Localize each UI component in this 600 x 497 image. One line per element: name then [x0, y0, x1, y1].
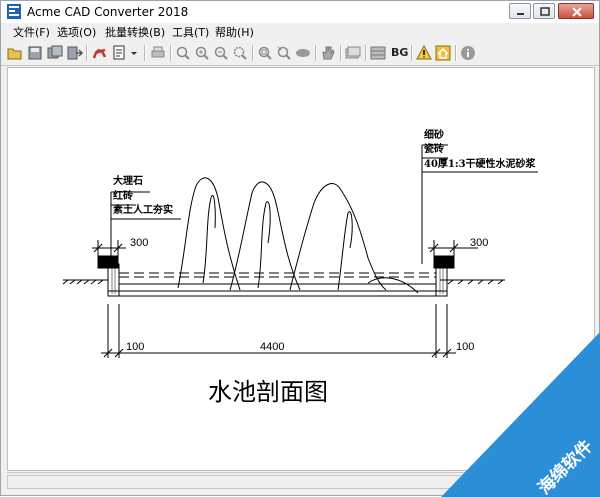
- app-logo-icon: [7, 4, 21, 19]
- eye-icon: [296, 49, 310, 57]
- open-button[interactable]: [6, 44, 24, 62]
- zoom-icon: [176, 46, 190, 60]
- drawing-title: 水池剖面图: [208, 378, 328, 406]
- convert-pdf-button[interactable]: [91, 44, 109, 62]
- save-all-icon: [47, 45, 63, 59]
- batch-document-icon: [113, 45, 125, 60]
- ground-hatch-right: [447, 279, 504, 285]
- toolbar-separator: [340, 45, 342, 61]
- zoom-out-icon: [214, 46, 228, 60]
- title-bar: Acme CAD Converter 2018: [1, 1, 599, 23]
- background-color-button[interactable]: BG: [391, 46, 408, 60]
- menu-help[interactable]: 帮助(H): [215, 25, 254, 40]
- wall-cap-left: [97, 255, 119, 269]
- zoom-extents-icon: [258, 46, 272, 60]
- menu-batch-convert[interactable]: 批量转换(B): [105, 25, 165, 40]
- dim-top-right: 300: [470, 237, 489, 249]
- label-cement-mortar: 40厚1:3干硬性水泥砂浆: [424, 159, 536, 170]
- toolbar: BG: [1, 42, 599, 66]
- layout-button[interactable]: [369, 44, 387, 62]
- toolbar-separator: [455, 45, 457, 61]
- chevron-down-icon: [131, 52, 137, 55]
- ground-hatch-left: [62, 279, 104, 285]
- window-title: Acme CAD Converter 2018: [27, 5, 189, 19]
- pool-bottom: [108, 283, 447, 297]
- print-button[interactable]: [149, 44, 167, 62]
- label-compacted-soil: 素土人工夯实: [113, 205, 173, 216]
- rock-2-detail: [257, 201, 271, 289]
- hand-pan-icon: [322, 46, 335, 60]
- label-red-brick: 红砖: [113, 191, 133, 202]
- home-button[interactable]: [434, 44, 452, 62]
- rock-1-detail: [202, 195, 216, 284]
- zoom-realtime-button[interactable]: [275, 44, 293, 62]
- app-window: Acme CAD Converter 2018 文件(F) 选项(O) 批量转换…: [0, 0, 600, 497]
- rock-3: [289, 183, 387, 291]
- toolbar-separator: [144, 45, 146, 61]
- menu-file[interactable]: 文件(F): [13, 25, 50, 40]
- label-marble: 大理石: [113, 176, 143, 187]
- zoom-extents-button[interactable]: [256, 44, 274, 62]
- zoom-in-icon: [195, 46, 209, 60]
- wall-cap-right: [433, 255, 455, 269]
- export-icon: [67, 46, 84, 60]
- minimize-button[interactable]: [509, 3, 531, 19]
- menu-tools[interactable]: 工具(T): [172, 25, 209, 40]
- minimize-icon: [517, 13, 524, 15]
- save-all-button[interactable]: [46, 44, 64, 62]
- save-icon: [28, 46, 42, 60]
- zoom-window-button[interactable]: [231, 44, 249, 62]
- menu-options[interactable]: 选项(O): [57, 25, 96, 40]
- layers-button[interactable]: [344, 44, 362, 62]
- dim-top-left-line: [92, 240, 126, 256]
- layout-icon: [370, 46, 386, 60]
- layers-icon: [345, 46, 361, 59]
- dim-bottom-mid: 4400: [260, 341, 285, 353]
- zoom-out-button[interactable]: [212, 44, 230, 62]
- batch-button[interactable]: [111, 44, 129, 62]
- label-tile: 瓷砖: [424, 144, 444, 155]
- warning-button[interactable]: [415, 44, 433, 62]
- toolbar-separator: [365, 45, 367, 61]
- toolbar-separator: [170, 45, 172, 61]
- zoom-in-button[interactable]: [193, 44, 211, 62]
- toolbar-separator: [86, 45, 88, 61]
- menu-bar: 文件(F) 选项(O) 批量转换(B) 工具(T) 帮助(H): [1, 23, 599, 42]
- maximize-icon: [540, 7, 550, 16]
- folder-open-icon: [7, 48, 22, 60]
- printer-icon: [151, 46, 165, 58]
- rock-3-detail: [337, 211, 353, 291]
- toolbar-separator: [252, 45, 254, 61]
- pan-button[interactable]: [319, 44, 337, 62]
- warning-icon: [416, 44, 432, 60]
- zoom-window-icon: [233, 46, 247, 60]
- batch-dropdown-button[interactable]: [129, 44, 139, 62]
- toolbar-separator: [411, 45, 413, 61]
- zoom-realtime-icon: [277, 46, 291, 60]
- wall-hatch: [111, 268, 444, 294]
- dim-top-left: 300: [130, 237, 149, 249]
- home-icon: [435, 45, 451, 61]
- view-button[interactable]: [294, 44, 312, 62]
- close-button[interactable]: [558, 3, 594, 19]
- about-button[interactable]: [459, 44, 477, 62]
- save-button[interactable]: [26, 44, 44, 62]
- label-fine-sand: 细砂: [424, 130, 444, 141]
- watermark: 海绵软件: [441, 331, 600, 497]
- pdf-icon: [92, 48, 107, 59]
- close-icon: [572, 7, 582, 17]
- maximize-button[interactable]: [533, 3, 555, 19]
- info-icon: [461, 46, 475, 60]
- dim-bottom-left: 100: [126, 341, 145, 353]
- toolbar-separator: [315, 45, 317, 61]
- watermark-triangle: [441, 332, 600, 497]
- export-button[interactable]: [66, 44, 84, 62]
- rock-2: [229, 181, 301, 291]
- zoom-button[interactable]: [174, 44, 192, 62]
